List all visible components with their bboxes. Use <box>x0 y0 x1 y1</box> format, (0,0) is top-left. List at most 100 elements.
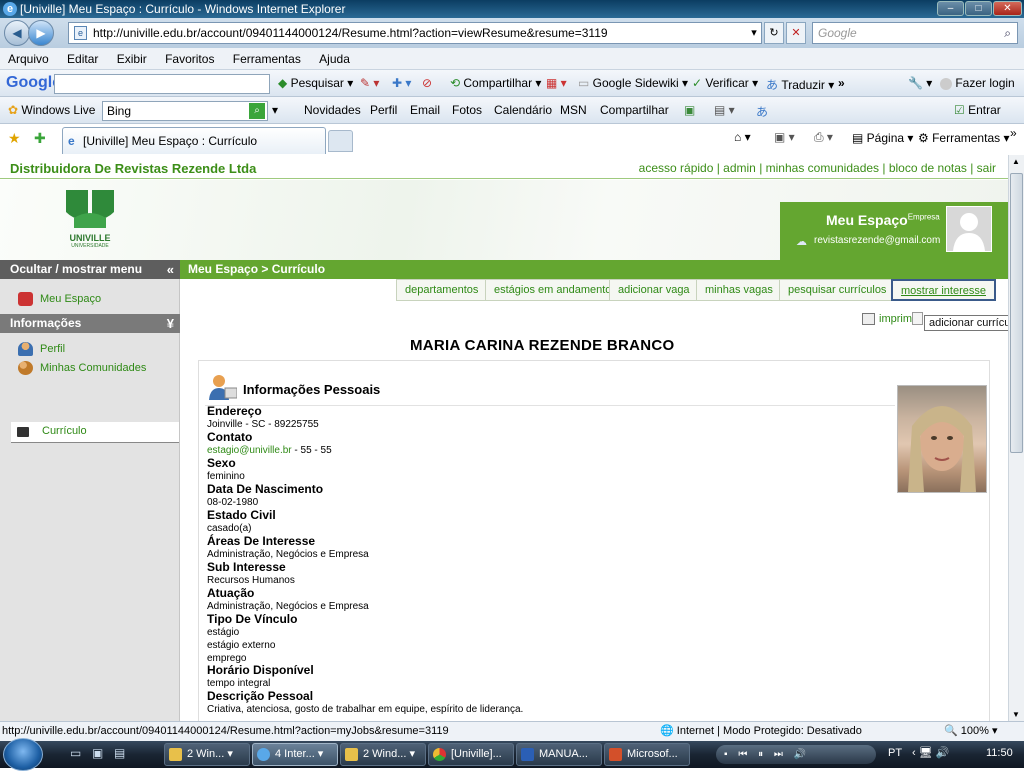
live-msn[interactable]: MSN <box>560 103 587 117</box>
bing-dropdown-icon[interactable]: ▾ <box>272 103 278 117</box>
stop-button[interactable]: ✕ <box>786 22 806 44</box>
nav-departamentos[interactable]: departamentos <box>396 279 488 301</box>
task-label: 4 Inter... <box>275 748 315 760</box>
page-menu[interactable]: ▤ Página ▾ <box>852 131 913 145</box>
menu-exibir[interactable]: Exibir <box>109 48 154 70</box>
live-perfil[interactable]: Perfil <box>370 103 397 117</box>
back-button[interactable]: ◀ <box>4 20 30 46</box>
scrollbar-thumb[interactable] <box>1010 173 1023 453</box>
top-links[interactable]: acesso rápido | admin | minhas comunidad… <box>639 161 996 175</box>
sidewiki-label: Google Sidewiki <box>592 76 679 90</box>
contact-email-link[interactable]: estagio@univille.br <box>207 445 292 456</box>
scroll-down-icon[interactable]: ▼ <box>1012 710 1020 719</box>
menu-toggle[interactable]: Ocultar / mostrar menu « <box>0 260 180 279</box>
menu-arquivo[interactable]: Arquivo <box>0 48 56 70</box>
close-button[interactable]: ✕ <box>993 1 1022 16</box>
media-player-controls[interactable]: ▪ ⏮ ⏸ ⏭ 🔊 <box>716 745 876 764</box>
task-word[interactable]: MANUA... <box>516 743 602 766</box>
translate-button[interactable]: あ Traduzir ▾ <box>766 76 834 93</box>
login-button[interactable]: Fazer login <box>940 76 1015 90</box>
printer-icon <box>862 313 875 326</box>
live-email[interactable]: Email <box>410 103 440 117</box>
address-input[interactable]: e http://univille.edu.br/account/0940114… <box>68 22 762 44</box>
tab-current[interactable]: e [Univille] Meu Espaço : Currículo <box>62 127 326 154</box>
language-indicator[interactable]: PT <box>888 747 902 759</box>
bookmark-icon[interactable]: ✎ ▾ <box>360 76 379 90</box>
scroll-up-icon[interactable]: ▲ <box>1012 157 1020 166</box>
more-tools-button[interactable]: » <box>838 76 845 90</box>
task-office[interactable]: Microsof... <box>604 743 690 766</box>
new-tab-button[interactable] <box>328 130 353 152</box>
breadcrumb[interactable]: Meu Espaço > Currículo <box>180 260 1008 279</box>
meu-espaco-box: Meu EspaçoEmpresa ☁ revistasrezende@gmai… <box>780 202 1008 260</box>
maximize-button[interactable]: □ <box>965 1 992 16</box>
live-fotos[interactable]: Fotos <box>452 103 482 117</box>
add-icon[interactable]: ✚ ▾ <box>392 76 411 90</box>
layout-icon[interactable]: ▤ ▾ <box>714 103 735 117</box>
print-icon[interactable]: ⎙ ▾ <box>814 130 833 145</box>
nav-mostrar-interesse[interactable]: mostrar interesse <box>891 279 996 301</box>
nav-adicionar-vaga[interactable]: adicionar vaga <box>609 279 699 301</box>
add-favorite-icon[interactable]: ✚ <box>34 130 46 147</box>
task-internet-explorer[interactable]: 4 Inter... ▾ <box>252 743 338 766</box>
google-search-input[interactable] <box>54 74 270 94</box>
search-icon[interactable]: ⌕ <box>1004 23 1011 43</box>
popup-blocker-icon[interactable]: ▦ ▾ <box>546 76 567 90</box>
section-informacoes[interactable]: Informações ¥ <box>0 314 180 333</box>
print-link[interactable]: imprimir <box>862 313 918 326</box>
zoom-control[interactable]: 🔍 100% ▾ <box>944 722 997 741</box>
share-button[interactable]: ⟲ Compartilhar ▾ <box>450 76 541 90</box>
menu-ferramentas[interactable]: Ferramentas <box>225 48 308 70</box>
vertical-scrollbar[interactable]: ▲ ▼ <box>1008 155 1024 721</box>
menu-toggle-label: Ocultar / mostrar menu <box>10 262 143 276</box>
wrench-icon[interactable]: 🔧 ▾ <box>908 76 932 90</box>
sidebar-item-perfil[interactable]: Perfil <box>18 340 65 358</box>
photo-icon[interactable]: ▣ <box>684 103 695 117</box>
stop-icon[interactable]: ⊘ <box>422 76 432 90</box>
switch-windows-icon[interactable]: ▤ <box>114 746 125 760</box>
task-chrome[interactable]: [Univille]... <box>428 743 514 766</box>
more-chevron-icon[interactable]: » <box>1010 126 1017 140</box>
nav-estagios-em-andamento[interactable]: estágios em andamento <box>485 279 621 301</box>
feeds-icon[interactable]: ▣ ▾ <box>774 130 795 144</box>
clock[interactable]: 11:50 <box>986 747 1013 759</box>
windows-live-icon: ✿ <box>8 103 22 117</box>
start-button[interactable] <box>3 738 43 771</box>
refresh-button[interactable]: ↻ <box>764 22 784 44</box>
translator-icon[interactable]: あ <box>756 103 768 120</box>
chrome-icon <box>433 748 446 761</box>
menu-ajuda[interactable]: Ajuda <box>311 48 357 70</box>
live-novidades[interactable]: Novidades <box>304 103 361 117</box>
task-windows-explorer[interactable]: 2 Win... ▾ <box>164 743 250 766</box>
live-compartilhar[interactable]: Compartilhar <box>600 103 669 117</box>
sidewiki-button[interactable]: ▭ Google Sidewiki ▾ <box>578 76 688 90</box>
office-icon <box>609 748 622 761</box>
verify-button[interactable]: ✓ Verificar ▾ <box>692 76 758 90</box>
menu-favoritos[interactable]: Favoritos <box>157 48 221 70</box>
signin-button[interactable]: ☑ Entrar <box>954 103 1001 117</box>
globe-icon: 🌐 <box>660 725 677 737</box>
sidebar-item-minhas-comunidades[interactable]: Minhas Comunidades <box>18 359 146 377</box>
task-windows[interactable]: 2 Wind... ▾ <box>340 743 426 766</box>
home-icon[interactable]: ⌂ ▾ <box>734 130 751 144</box>
minimize-button[interactable]: – <box>937 1 964 16</box>
system-tray-icons[interactable]: ‹ 🖥 🔊 <box>912 746 949 759</box>
quick-launch-icon[interactable]: ▣ <box>92 746 103 760</box>
avatar[interactable] <box>946 206 992 252</box>
bing-search-icon[interactable]: ⌕ <box>249 103 265 119</box>
live-calendario[interactable]: Calendário <box>494 103 552 117</box>
dropdown-arrow-icon[interactable]: ▾ <box>744 23 764 43</box>
browser-search-input[interactable]: Google ⌕ <box>812 22 1018 44</box>
forward-button[interactable]: ▶ <box>28 20 54 46</box>
nav-minhas-vagas[interactable]: minhas vagas <box>696 279 782 301</box>
show-desktop-icon[interactable]: ▭ <box>70 746 81 760</box>
sidebar-item-meu-espaco[interactable]: Meu Espaço <box>18 290 101 308</box>
tools-menu[interactable]: ⚙ Ferramentas ▾ <box>918 131 1009 145</box>
favorites-star-icon[interactable]: ★ <box>8 130 21 147</box>
sidebar-item-curriculo[interactable]: Currículo <box>11 422 179 443</box>
bing-search-input[interactable]: Bing ⌕ <box>102 101 268 121</box>
google-search-button[interactable]: ◆ Pesquisar ▾ <box>278 76 353 90</box>
nav-pesquisar-curriculos[interactable]: pesquisar currículos <box>779 279 896 301</box>
menu-editar[interactable]: Editar <box>59 48 105 70</box>
add-resume-icon[interactable] <box>912 312 923 325</box>
